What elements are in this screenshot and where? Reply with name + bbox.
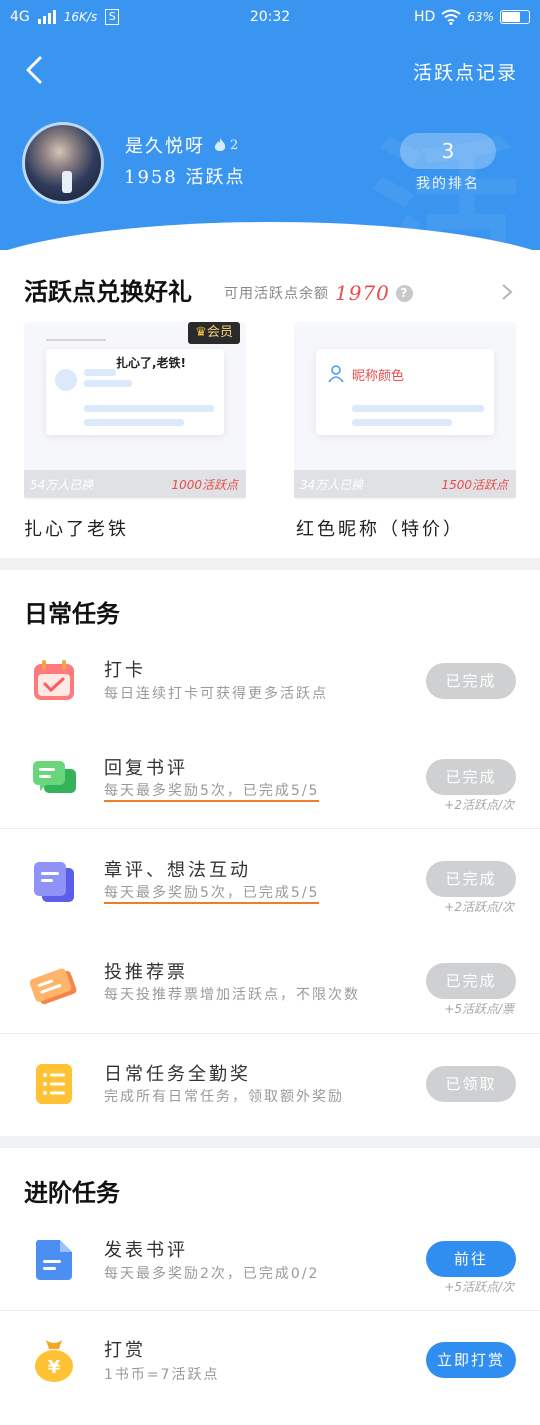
task-name: 发表书评 <box>104 1240 188 1261</box>
task-desc: 每日连续打卡可获得更多活跃点 <box>104 686 328 702</box>
task-desc: 完成所有日常任务，领取额外奖励 <box>104 1089 344 1105</box>
task-reward-note: +2活跃点/次 <box>444 900 514 914</box>
flame-icon <box>214 138 226 151</box>
task-comment-interaction: 章评、想法互动 每天最多奖励5次，已完成5/5 已完成 +2活跃点/次 <box>0 842 540 932</box>
gift-card-1[interactable]: 扎心了,老铁! 54万人已换 1000活跃点 <box>24 322 246 500</box>
exchange-balance: 可用活跃点余额 1970 ? <box>224 281 413 305</box>
task-reward-note: +2活跃点/次 <box>444 798 514 812</box>
gift-footer-2: 34万人已换 1500活跃点 <box>294 470 516 498</box>
gift-name-2[interactable]: 红色昵称（特价） <box>296 515 464 541</box>
chevron-right-icon[interactable] <box>500 283 514 301</box>
ticket-icon <box>30 968 77 1005</box>
advanced-tasks-title: 进阶任务 <box>24 1178 120 1207</box>
gift-cost-1: 1000活跃点 <box>171 478 238 492</box>
gift-footer-1: 54万人已换 1000活跃点 <box>24 470 246 498</box>
username: 是久悦呀 <box>125 136 205 157</box>
task-name: 日常任务全勤奖 <box>104 1064 251 1085</box>
go-button[interactable]: 前往 <box>426 1241 516 1277</box>
section-separator <box>0 1136 540 1148</box>
daily-tasks-title: 日常任务 <box>24 599 120 628</box>
back-arrow-icon[interactable] <box>20 55 50 85</box>
task-name: 打卡 <box>104 660 146 681</box>
document-icon <box>35 1240 72 1280</box>
tip-now-button[interactable]: 立即打赏 <box>426 1342 516 1378</box>
task-checkin: 打卡 每日连续打卡可获得更多活跃点 已完成 <box>0 640 540 730</box>
rank-button[interactable]: 3 <box>400 133 496 169</box>
task-name: 回复书评 <box>104 758 188 779</box>
svg-text:¥: ¥ <box>48 1357 61 1378</box>
gift-exchanged-count-1: 54万人已换 <box>30 478 94 492</box>
task-name: 打赏 <box>104 1340 146 1361</box>
divider <box>0 828 540 829</box>
crown-icon: ♛ <box>195 325 207 340</box>
gift-cost-2: 1500活跃点 <box>441 478 508 492</box>
clock: 20:32 <box>249 9 291 25</box>
calendar-icon <box>34 660 74 700</box>
balance-label: 可用活跃点余额 <box>224 286 329 302</box>
divider <box>0 1310 540 1311</box>
task-desc: 每天最多奖励2次，已完成0/2 <box>104 1266 320 1282</box>
page: 活 4G 16K/s S 20:32 HD 63% 活跃点记录 是久悦呀 2 1… <box>0 0 540 1425</box>
username-row: 是久悦呀 2 <box>125 132 240 158</box>
gift-exchanged-count-2: 34万人已换 <box>300 478 364 492</box>
document-stack-icon <box>34 862 74 902</box>
user-icon <box>328 365 344 383</box>
task-tip: ¥ 打赏 1书币=7活跃点 立即打赏 <box>0 1322 540 1412</box>
section-separator <box>0 558 540 570</box>
vip-badge: ♛会员 <box>188 322 240 344</box>
rank-label: 我的排名 <box>416 176 480 192</box>
task-desc: 每天最多奖励5次，已完成5/5 <box>104 882 320 904</box>
nickname-color-label: 昵称颜色 <box>352 369 405 384</box>
exchange-section-title: 活跃点兑换好礼 <box>24 277 192 306</box>
money-bag-icon: ¥ <box>35 1340 73 1382</box>
checklist-icon <box>36 1064 72 1104</box>
task-reply-review: 回复书评 每天最多奖励5次，已完成5/5 已完成 +2活跃点/次 <box>0 740 540 828</box>
avatar[interactable] <box>22 122 104 204</box>
wifi-icon <box>441 9 461 25</box>
task-reward-note: +5活跃点/票 <box>444 1002 514 1016</box>
gift-preview-text-1: 扎心了,老铁! <box>116 356 187 370</box>
task-recommend-vote: 投推荐票 每天投推荐票增加活跃点，不限次数 已完成 +5活跃点/票 <box>0 944 540 1034</box>
task-name: 投推荐票 <box>104 962 188 983</box>
task-name: 章评、想法互动 <box>104 860 251 881</box>
activity-points: 1958 活跃点 <box>124 167 246 188</box>
task-status-button[interactable]: 已完成 <box>426 861 516 897</box>
hd-label: HD <box>414 9 436 25</box>
task-status-button[interactable]: 已完成 <box>426 759 516 795</box>
task-desc: 1书币=7活跃点 <box>104 1367 220 1383</box>
task-reward-note: +5活跃点/次 <box>444 1280 514 1294</box>
fire-level-value: 2 <box>230 137 241 153</box>
fire-level-badge: 2 <box>213 137 240 153</box>
task-desc: 每天最多奖励5次，已完成5/5 <box>104 780 320 802</box>
task-status-button[interactable]: 已完成 <box>426 663 516 699</box>
help-icon[interactable]: ? <box>395 284 413 302</box>
activity-records-link[interactable]: 活跃点记录 <box>413 58 518 85</box>
header: 活 4G 16K/s S 20:32 HD 63% 活跃点记录 是久悦呀 2 1… <box>0 0 540 250</box>
chat-bubbles-icon <box>33 761 76 793</box>
balance-value: 1970 <box>335 281 390 305</box>
battery-icon <box>500 10 530 24</box>
battery-percent: 63% <box>467 10 494 24</box>
task-status-button[interactable]: 已完成 <box>426 963 516 999</box>
status-bar: 4G 16K/s S 20:32 HD 63% <box>0 0 540 36</box>
vip-badge-label: 会员 <box>206 325 233 340</box>
task-publish-review: 发表书评 每天最多奖励2次，已完成0/2 前往 +5活跃点/次 <box>0 1222 540 1310</box>
divider <box>0 1033 540 1034</box>
gift-preview-2: 昵称颜色 <box>316 349 494 435</box>
gift-name-1[interactable]: 扎心了老铁 <box>24 515 129 541</box>
task-status-button[interactable]: 已领取 <box>426 1066 516 1102</box>
task-daily-full-attendance: 日常任务全勤奖 完成所有日常任务，领取额外奖励 已领取 <box>0 1046 540 1136</box>
gift-card-2[interactable]: 昵称颜色 34万人已换 1500活跃点 <box>294 322 516 500</box>
task-desc: 每天投推荐票增加活跃点，不限次数 <box>104 987 360 1003</box>
